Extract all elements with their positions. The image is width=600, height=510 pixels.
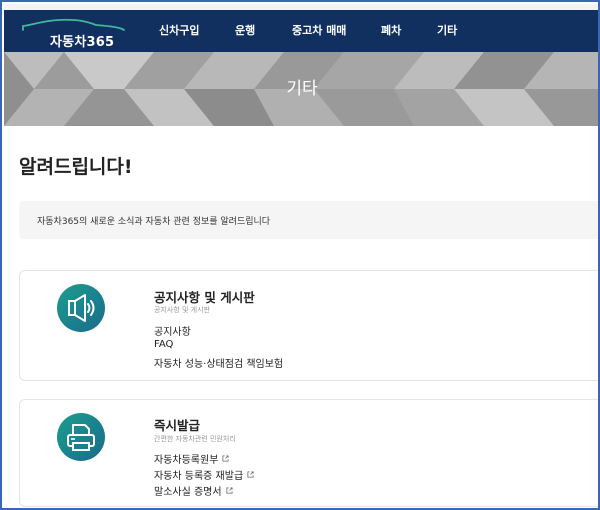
link-registration-ledger[interactable]: 자동차등록원부 xyxy=(154,451,229,466)
notice-box: 자동차365의 새로운 소식과 자동차 관련 정보를 알려드립니다 xyxy=(19,201,598,239)
browser-frame: 자동차365 신차구입 운행 중고차 매매 폐차 기타 기타 알려드립니다! 자… xyxy=(0,0,600,510)
site-logo[interactable]: 자동차365 xyxy=(20,16,130,50)
hero-banner: 기타 xyxy=(4,52,598,126)
card-instant-issue: 즉시발급 간편한 자동차관련 민원처리 자동차등록원부 자동차 등록증 재발급 … xyxy=(19,399,598,507)
link-registration-reissue[interactable]: 자동차 등록증 재발급 xyxy=(154,467,254,482)
link-faq[interactable]: FAQ xyxy=(154,339,173,350)
card-notice-board: 공지사항 및 게시판 공지사항 및 게시판 공지사항 FAQ 자동차 성능·상태… xyxy=(19,270,598,381)
link-deregistration-certificate[interactable]: 말소사실 증명서 xyxy=(154,483,233,498)
link-notice[interactable]: 공지사항 xyxy=(154,323,191,338)
menu-new-car[interactable]: 신차구입 xyxy=(159,10,199,52)
card-title: 공지사항 및 게시판 xyxy=(154,290,255,305)
menu-etc[interactable]: 기타 xyxy=(437,10,457,52)
link-label: 자동차 등록증 재발급 xyxy=(154,471,244,482)
card-subtitle: 공지사항 및 게시판 xyxy=(154,306,210,314)
main-navigation: 자동차365 신차구입 운행 중고차 매매 폐차 기타 xyxy=(4,10,598,52)
menu-scrap[interactable]: 폐차 xyxy=(381,10,401,52)
external-link-icon xyxy=(226,487,233,494)
menu-used-car[interactable]: 중고차 매매 xyxy=(292,10,346,52)
logo-text: 자동차365 xyxy=(50,35,115,50)
link-inspection-insurance[interactable]: 자동차 성능·상태점검 책임보험 xyxy=(154,355,283,370)
card-title: 즉시발급 xyxy=(154,418,201,433)
speaker-icon xyxy=(57,284,105,332)
printer-icon xyxy=(57,413,105,461)
external-link-icon xyxy=(247,471,254,478)
hero-title: 기타 xyxy=(286,79,318,99)
card-subtitle: 간편한 자동차관련 민원처리 xyxy=(154,435,236,443)
page-title: 알려드립니다! xyxy=(19,156,133,178)
external-link-icon xyxy=(222,455,229,462)
link-label: 자동차등록원부 xyxy=(154,455,219,466)
link-label: 말소사실 증명서 xyxy=(154,487,222,498)
notice-text: 자동차365의 새로운 소식과 자동차 관련 정보를 알려드립니다 xyxy=(37,217,271,227)
menu-driving[interactable]: 운행 xyxy=(235,10,255,52)
